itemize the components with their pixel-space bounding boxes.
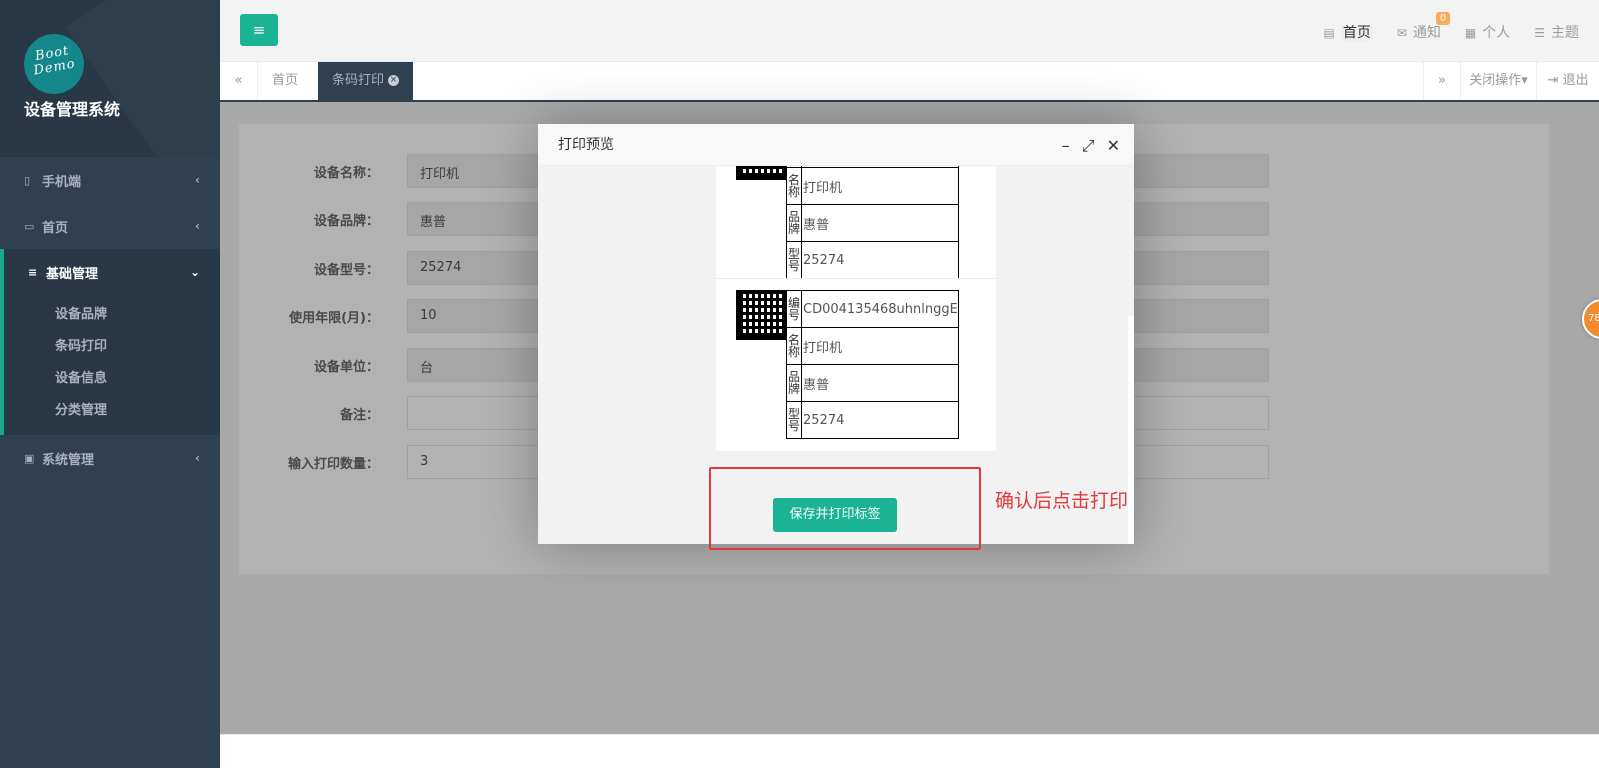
label-key: 名称	[786, 167, 802, 205]
logout-label: 退出	[1562, 73, 1589, 88]
top-nav-personal-label: 个人	[1482, 25, 1511, 41]
label-code: CD004135468uhnlnggE	[801, 290, 959, 328]
top-nav: ▤ 首页 ✉ 通知 0 ▦ 个人 ☰ 主题	[1323, 12, 1579, 42]
logo: Boot Demo	[19, 29, 89, 99]
divider	[716, 278, 996, 279]
label-key: 品牌	[786, 364, 802, 402]
top-nav-theme[interactable]: ☰ 主题	[1534, 22, 1579, 42]
sidebar-item-label: 手机端	[42, 174, 82, 190]
tab-barcode-print-label: 条码打印	[332, 73, 385, 88]
submenu-item-barcode-print[interactable]: 条码打印	[4, 331, 220, 363]
notify-count-badge: 0	[1435, 12, 1451, 25]
list-icon: ≡	[28, 265, 38, 279]
sidebar-item-home[interactable]: ▭ 首页 ‹	[0, 203, 220, 249]
label-model: 25274	[801, 241, 959, 279]
qr-code	[736, 290, 786, 340]
label-preview-scroll-area[interactable]: 编号CD004135468uhnlnggE 名称打印机 品牌惠普 型号25274…	[538, 166, 1134, 461]
sidebar-item-label: 首页	[42, 220, 69, 236]
sidebar-item-system-management[interactable]: ▣ 系统管理 ‹	[0, 435, 220, 481]
submenu-item-device-info[interactable]: 设备信息	[4, 363, 220, 395]
highlight-box	[709, 467, 981, 550]
rss-icon: ▤	[1323, 26, 1335, 40]
chevron-left-icon: ‹	[195, 451, 200, 465]
sidebar-item-label: 基础管理	[46, 266, 99, 282]
chevron-left-icon: ‹	[195, 219, 200, 233]
label-name: 打印机	[801, 327, 959, 365]
tab-scroll-right-button[interactable]: »	[1423, 62, 1461, 100]
top-nav-home-label: 首页	[1340, 25, 1373, 41]
footer	[220, 734, 1599, 768]
tasks-icon: ☰	[1534, 26, 1545, 40]
close-icon[interactable]: ✕	[1107, 136, 1120, 156]
sidebar-item-basic-management[interactable]: ≡ 基础管理 ⌄	[0, 249, 220, 295]
tab-scroll-left-button[interactable]: «	[220, 62, 258, 100]
dialog-title: 打印预览	[538, 124, 1134, 166]
hamburger-icon: ≡	[252, 21, 266, 39]
tab-home-label: 首页	[272, 73, 299, 88]
scrollbar[interactable]	[1128, 316, 1134, 544]
forward-icon: »	[1438, 73, 1446, 88]
close-icon[interactable]: ×	[388, 75, 400, 86]
sidebar-item-mobile[interactable]: ▯ 手机端 ‹	[0, 157, 220, 203]
top-bar: ≡ ▤ 首页 ✉ 通知 0 ▦ 个人 ☰ 主题	[220, 0, 1599, 62]
label-key: 品牌	[786, 204, 802, 242]
submenu-item-category[interactable]: 分类管理	[4, 395, 220, 427]
dialog-controls: – ⤢ ✕	[1062, 136, 1120, 156]
tab-home[interactable]: 首页	[258, 62, 312, 100]
annotation-text: 确认后点击打印	[995, 490, 1129, 512]
label-brand: 惠普	[801, 364, 959, 402]
top-nav-notify-label: 通知	[1412, 25, 1441, 41]
sidebar-item-label: 系统管理	[42, 452, 95, 468]
tab-barcode-print[interactable]: 条码打印 ×	[318, 62, 414, 100]
sidebar: Boot Demo 设备管理系统 ▯ 手机端 ‹ ▭ 首页 ‹ ≡ 基础管理 ⌄…	[0, 0, 220, 768]
system-name: 设备管理系统	[24, 100, 121, 119]
label-key: 型号	[786, 401, 802, 439]
label-key: 名称	[786, 327, 802, 365]
tab-bar: « 首页 条码打印 × » 关闭操作▾ ⇥ 退出	[220, 62, 1599, 102]
logout-button[interactable]: ⇥ 退出	[1537, 62, 1599, 100]
label-key: 型号	[786, 241, 802, 279]
id-card-icon: ▦	[1464, 26, 1477, 40]
sidebar-menu: ▯ 手机端 ‹ ▭ 首页 ‹ ≡ 基础管理 ⌄ 设备品牌 条码打印 设备信息 分…	[0, 157, 220, 481]
close-operations-dropdown[interactable]: 关闭操作▾	[1461, 62, 1537, 100]
chevron-down-icon: ⌄	[189, 265, 200, 279]
submenu-item-brand[interactable]: 设备品牌	[4, 299, 220, 331]
label-table: 编号CD004135468uhnlnggE 名称打印机 品牌惠普 型号25274	[786, 290, 959, 439]
sign-out-icon: ⇥	[1547, 73, 1559, 88]
caret-down-icon: ▾	[1521, 73, 1528, 88]
label-key: 编号	[786, 290, 802, 328]
minimize-icon[interactable]: –	[1062, 136, 1070, 156]
backward-icon: «	[234, 73, 243, 88]
close-operations-label: 关闭操作	[1469, 73, 1522, 88]
mobile-icon: ▯	[24, 173, 31, 187]
label-table: 编号CD004135468uhnlnggE 名称打印机 品牌惠普 型号25274	[786, 166, 959, 279]
top-nav-notify[interactable]: ✉ 通知 0	[1396, 12, 1451, 42]
chevron-left-icon: ‹	[195, 173, 200, 187]
menu-toggle-button[interactable]: ≡	[240, 14, 278, 46]
top-nav-personal[interactable]: ▦ 个人	[1465, 22, 1510, 42]
sidebar-header: Boot Demo 设备管理系统	[0, 0, 220, 157]
labels-sheet: 编号CD004135468uhnlnggE 名称打印机 品牌惠普 型号25274…	[716, 166, 996, 451]
envelope-icon: ✉	[1396, 26, 1407, 40]
qr-code	[736, 166, 786, 180]
folder-icon: ▭	[24, 219, 35, 233]
label-name: 打印机	[801, 167, 959, 205]
label-model: 25274	[801, 401, 959, 439]
label-brand: 惠普	[801, 204, 959, 242]
submenu: 设备品牌 条码打印 设备信息 分类管理	[0, 295, 220, 435]
desktop-icon: ▣	[24, 451, 35, 465]
maximize-icon[interactable]: ⤢	[1082, 136, 1095, 156]
top-nav-home[interactable]: ▤ 首页	[1323, 22, 1373, 42]
top-nav-theme-label: 主题	[1551, 25, 1579, 41]
